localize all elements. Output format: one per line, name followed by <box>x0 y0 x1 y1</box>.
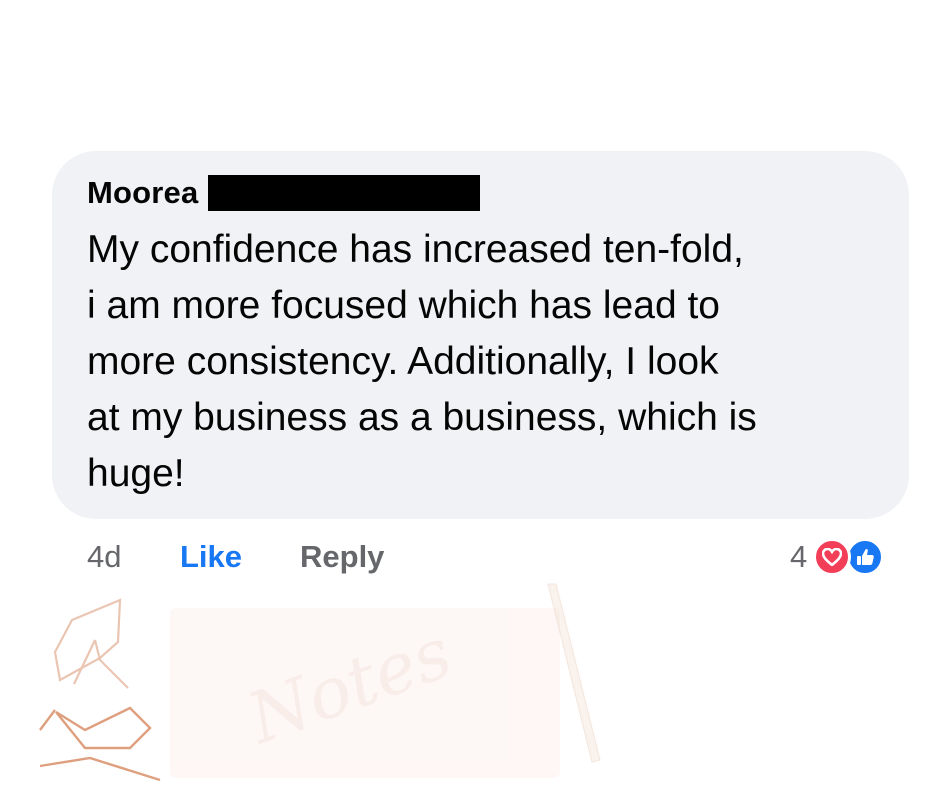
reaction-summary[interactable]: 4 <box>790 536 885 578</box>
comment-text-line: My confidence has increased ten-fold, <box>87 228 744 271</box>
redacted-surname-bar <box>208 175 481 211</box>
notepad-graphic: Notes <box>170 608 560 778</box>
comment-text-line: more consistency. Additionally, I look <box>87 340 719 383</box>
comment-text: My confidence has increased ten-fold, i … <box>87 222 887 502</box>
like-button[interactable]: Like <box>180 536 242 578</box>
bow-clip-icon <box>53 598 129 689</box>
thumbs-up-icon <box>846 538 885 576</box>
comment-author-name[interactable]: Moorea <box>87 175 198 211</box>
faded-desk-decor-image: Notes <box>39 583 601 782</box>
reply-button[interactable]: Reply <box>300 536 384 578</box>
bow-clip-icon <box>39 706 161 782</box>
comment-action-row: 4d Like Reply 4 <box>0 536 940 578</box>
reaction-count: 4 <box>790 539 808 574</box>
comment-text-line: huge! <box>87 452 185 495</box>
comment-timestamp[interactable]: 4d <box>87 536 121 578</box>
heart-icon <box>813 538 852 576</box>
comment-text-line: at my business as a business, which is <box>87 396 757 439</box>
comment-text-line: i am more focused which has lead to <box>87 284 720 327</box>
comment-author-row: Moorea <box>87 173 481 213</box>
